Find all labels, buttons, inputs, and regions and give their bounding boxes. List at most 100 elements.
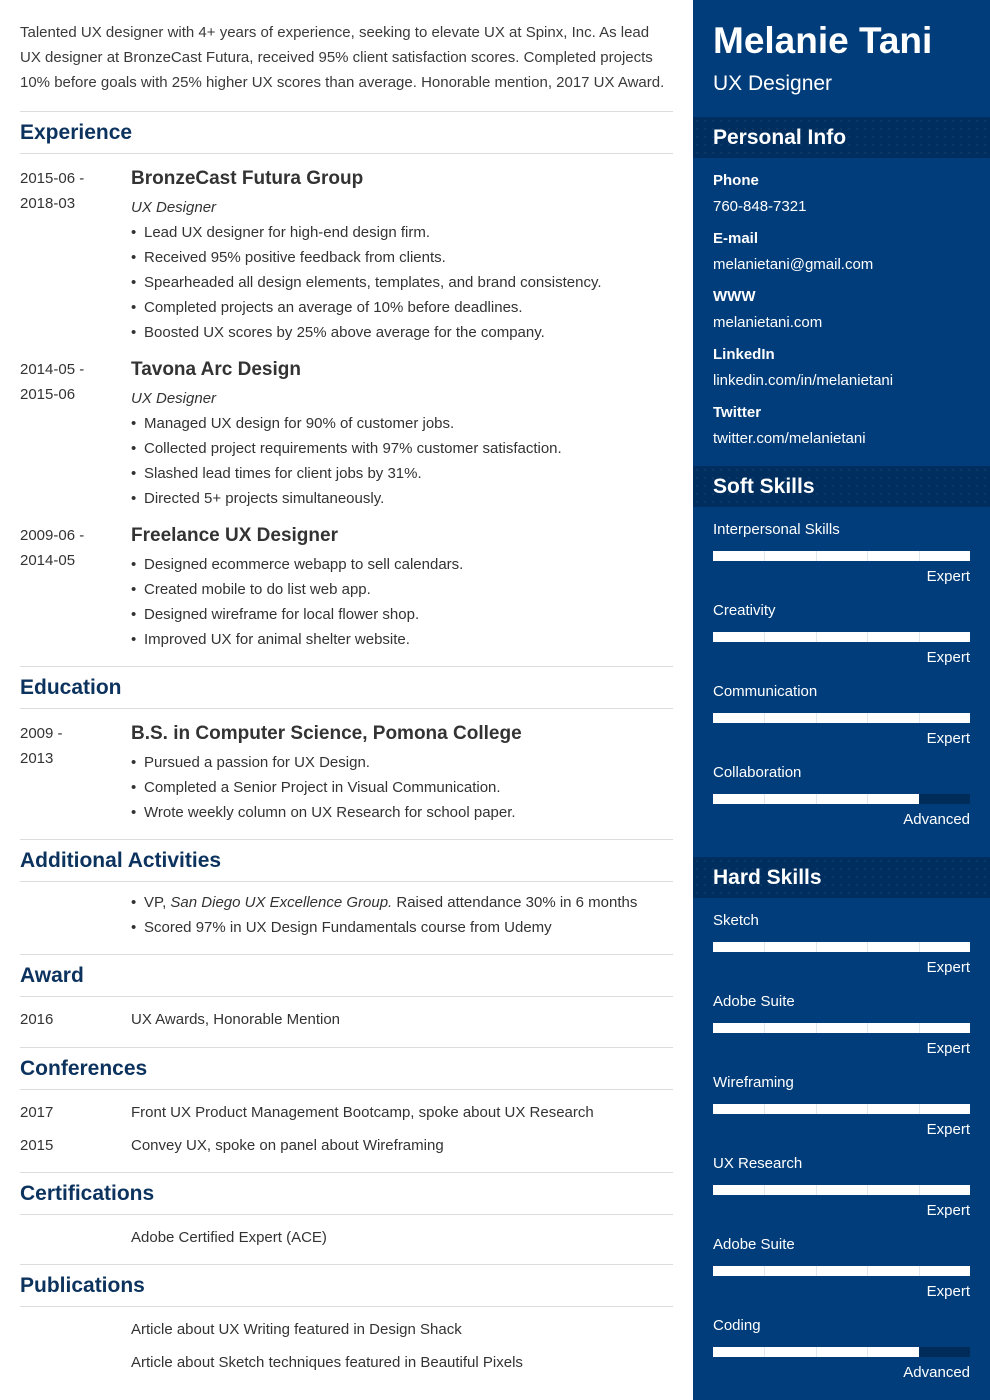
skill-level-bar [713, 1347, 970, 1357]
skill-bar-divider [867, 713, 869, 723]
bullet: Wrote weekly column on UX Research for s… [131, 800, 673, 825]
skill-bar-divider [918, 794, 920, 804]
publication-text: Article about Sketch techniques featured… [131, 1354, 523, 1371]
sidebar-heading-personal-info: Personal Info [693, 117, 990, 158]
bullet: Slashed lead times for client jobs by 31… [131, 461, 673, 486]
skill-bar-divider [815, 1347, 817, 1357]
job-date: 2014-05 - 2015-06 [20, 357, 131, 511]
job-entry: 2009-06 - 2014-05 Freelance UX Designer … [20, 511, 673, 652]
skill-name: Coding [713, 1317, 761, 1334]
bullet: Managed UX design for 90% of customer jo… [131, 411, 673, 436]
date-end: 2018-03 [20, 195, 76, 212]
skill-item: Collaboration Advanced [713, 762, 970, 843]
skill-item: Interpersonal Skills Expert [713, 519, 970, 600]
hard-skills-list: Sketch Expert Adobe Suite Expert Wireframing… [693, 898, 990, 1396]
skill-level-bar [713, 713, 970, 723]
skill-bar-divider [815, 632, 817, 642]
bullet: Completed projects an average of 10% bef… [131, 295, 673, 320]
skill-bar-divider [867, 1266, 869, 1276]
skill-level-fill [713, 1185, 970, 1195]
skill-bar-divider [815, 1023, 817, 1033]
award-section: Award 2016 UX Awards, Honorable Mention [20, 955, 673, 1048]
conference-text: Convey UX, spoke on panel about Wirefram… [131, 1137, 444, 1154]
bullet: Collected project requirements with 97% … [131, 436, 673, 461]
skill-item: Wireframing Expert [713, 1072, 970, 1153]
skill-item: Sketch Expert [713, 910, 970, 991]
activities-section: Additional Activities VP, San Diego UX E… [20, 840, 673, 955]
skill-bar-divider [764, 1185, 766, 1195]
skill-bar-divider [867, 551, 869, 561]
skill-item: Creativity Expert [713, 600, 970, 681]
skill-level-label: Advanced [903, 811, 970, 828]
skill-bar-divider [764, 1023, 766, 1033]
skill-bar-divider [815, 713, 817, 723]
skill-bar-divider [918, 1266, 920, 1276]
skill-level-label: Expert [926, 1283, 970, 1300]
job-date: 2009-06 - 2014-05 [20, 523, 131, 652]
bullet: Designed ecommerce webapp to sell calend… [131, 552, 673, 577]
skill-level-label: Expert [926, 959, 970, 976]
skill-bar-divider [867, 1104, 869, 1114]
skill-bar-divider [918, 632, 920, 642]
activity-suffix: Raised attendance 30% in 6 months [392, 894, 638, 911]
skill-bar-divider [918, 551, 920, 561]
skill-bar-divider [918, 942, 920, 952]
skill-bar-divider [764, 713, 766, 723]
education-section: Education 2009 - 2013 B.S. in Computer S… [20, 667, 673, 840]
skill-level-bar [713, 1023, 970, 1033]
sidebar-heading-hard-skills: Hard Skills [693, 857, 990, 898]
skill-bar-divider [815, 551, 817, 561]
skill-level-label: Advanced [903, 1364, 970, 1381]
award-year: 2016 [20, 1011, 54, 1028]
skill-bar-divider [764, 942, 766, 952]
skill-bar-divider [918, 713, 920, 723]
date-start: 2009 - [20, 725, 63, 742]
skill-bar-divider [764, 551, 766, 561]
job-bullets: Managed UX design for 90% of customer jo… [131, 411, 673, 511]
bullet: Pursued a passion for UX Design. [131, 750, 673, 775]
skill-level-label: Expert [926, 730, 970, 747]
conference-row: 2015 Convey UX, spoke on panel about Wir… [20, 1125, 673, 1158]
skill-level-label: Expert [926, 1202, 970, 1219]
section-title-publications: Publications [20, 1265, 673, 1307]
skill-level-bar [713, 1104, 970, 1114]
conference-year: 2015 [20, 1137, 54, 1154]
date-end: 2014-05 [20, 552, 76, 569]
main-column: Talented UX designer with 4+ years of ex… [20, 0, 673, 1375]
date-start: 2014-05 - [20, 361, 85, 378]
skill-bar-divider [764, 1347, 766, 1357]
job-role: UX Designer [131, 199, 217, 216]
skill-bar-divider [815, 1185, 817, 1195]
section-title-award: Award [20, 955, 673, 997]
info-value-linkedin: linkedin.com/in/melanietani [713, 372, 894, 389]
skill-level-fill [713, 713, 970, 723]
education-date: 2009 - 2013 [20, 721, 131, 825]
job-org: BronzeCast Futura Group [131, 168, 364, 189]
section-title-education: Education [20, 667, 673, 709]
skill-bar-divider [867, 1023, 869, 1033]
skill-bar-divider [867, 1185, 869, 1195]
skill-bar-divider [764, 632, 766, 642]
skill-bar-divider [764, 1104, 766, 1114]
certification-row: Adobe Certified Expert (ACE) [20, 1215, 673, 1250]
publication-text: Article about UX Writing featured in Des… [131, 1321, 462, 1338]
candidate-title: UX Designer [713, 72, 833, 95]
skill-level-fill [713, 1104, 970, 1114]
info-label-twitter: Twitter [713, 404, 762, 421]
bullet: Completed a Senior Project in Visual Com… [131, 775, 673, 800]
publication-row: Article about Sketch techniques featured… [20, 1342, 673, 1375]
skill-item: Communication Expert [713, 681, 970, 762]
skill-level-label: Expert [926, 568, 970, 585]
skill-bar-divider [764, 1266, 766, 1276]
skill-level-label: Expert [926, 649, 970, 666]
skill-bar-divider [764, 794, 766, 804]
conference-text: Front UX Product Management Bootcamp, sp… [131, 1104, 594, 1121]
skill-bar-divider [867, 794, 869, 804]
skill-level-fill [713, 1266, 970, 1276]
info-value-www: melanietani.com [713, 314, 823, 331]
skill-bar-divider [918, 1104, 920, 1114]
candidate-name: Melanie Tani [713, 20, 933, 61]
award-text: UX Awards, Honorable Mention [131, 1011, 341, 1028]
activities-entry: VP, San Diego UX Excellence Group. Raise… [20, 882, 673, 940]
bullet: Lead UX designer for high-end design fir… [131, 220, 673, 245]
